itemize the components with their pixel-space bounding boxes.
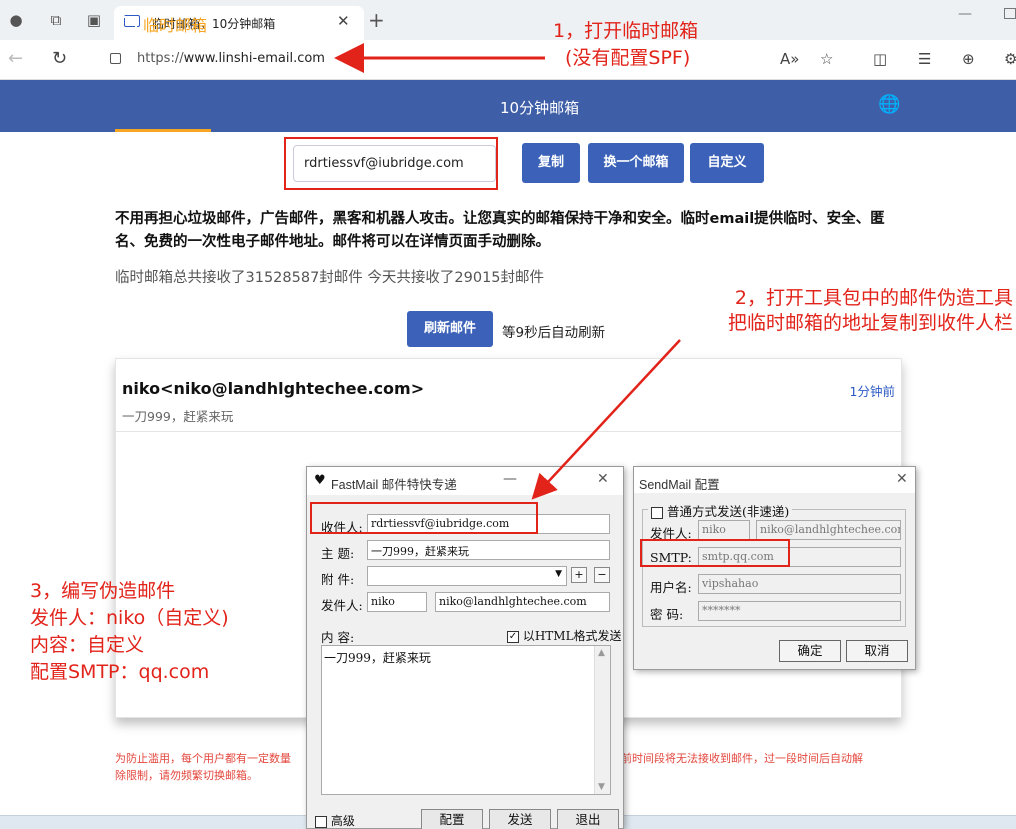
content-label: 内 容: xyxy=(321,630,355,645)
change-email-button[interactable]: 换一个邮箱 xyxy=(588,143,684,183)
add-attachment-icon[interactable]: + xyxy=(571,567,587,583)
footer-line-2: 除限制，请勿频繁切换邮箱。 xyxy=(115,769,258,782)
refresh-mail-button[interactable]: 刷新邮件 xyxy=(407,311,493,347)
exit-button[interactable]: 退出 xyxy=(557,809,619,829)
language-globe-icon[interactable]: 🌐 xyxy=(878,94,900,115)
password-input[interactable]: ******* xyxy=(698,601,901,621)
stats-text: 临时邮箱总共接收了31528587封邮件 今天共接收了29015封邮件 xyxy=(115,270,545,286)
sendmail-titlebar: SendMail 配置 ✕ xyxy=(634,467,915,493)
advanced-row[interactable]: 高级 xyxy=(315,812,355,829)
site-logo[interactable]: 临时邮箱 xyxy=(115,12,207,36)
annotation-3-line-3: 内容：自定义 xyxy=(30,634,145,656)
scroll-down-icon[interactable]: ▼ xyxy=(598,782,605,792)
dropdown-arrow-icon: ▼ xyxy=(555,569,562,579)
scroll-up-icon[interactable]: ▲ xyxy=(598,648,605,658)
profile-icon[interactable]: ● xyxy=(6,10,26,30)
annotation-3: 3，编写伪造邮件 发件人：niko（自定义) 内容：自定义 配置SMTP：qq.… xyxy=(30,578,229,686)
active-nav-underline xyxy=(115,129,211,132)
envelope-icon xyxy=(115,16,137,32)
send-button[interactable]: 发送 xyxy=(489,809,551,829)
username-input[interactable]: vipshahao xyxy=(698,574,901,594)
sender-name-input[interactable]: niko xyxy=(698,520,750,540)
annotation-2-line-1: 2，打开工具包中的邮件伪造工具 xyxy=(734,287,1013,309)
fastmail-app-icon: ♥ xyxy=(314,473,326,488)
footer-line-1: 为防止滥用，每个用户都有一定数量 xyxy=(115,752,291,765)
normal-send-checkbox[interactable] xyxy=(651,506,663,519)
subject-input[interactable]: 一刀999，赶紧来玩 xyxy=(367,540,610,560)
tab-actions-icon[interactable]: ▣ xyxy=(84,10,104,30)
workspaces-icon[interactable]: ⧉ xyxy=(46,10,66,30)
from-name-input[interactable]: niko xyxy=(367,592,427,612)
mail-sender[interactable]: niko<niko@landhlghtechee.com> xyxy=(122,379,424,398)
fastmail-minimize-icon[interactable]: — xyxy=(503,471,517,487)
to-highlight-box xyxy=(310,502,538,534)
password-label: 密 码: xyxy=(650,607,684,622)
annotation-3-line-1: 3，编写伪造邮件 xyxy=(30,580,176,602)
reload-icon[interactable]: ↻ xyxy=(52,48,67,69)
normal-send-label: 普通方式发送(非速递) xyxy=(666,504,790,519)
favorites-icon[interactable]: ☰ xyxy=(918,50,931,68)
normal-send-row[interactable]: 普通方式发送(非速递) xyxy=(648,501,793,520)
html-checkbox-label: 以HTML格式发送 xyxy=(522,629,622,643)
email-highlight-box xyxy=(284,137,498,190)
sender-address-input[interactable]: niko@landhlghtechee.com xyxy=(756,520,901,540)
body-textarea[interactable]: 一刀999，赶紧来玩 ▲ ▼ xyxy=(321,645,611,795)
close-tab-icon[interactable]: ✕ xyxy=(337,12,350,30)
new-tab-icon[interactable]: + xyxy=(368,8,385,32)
smtp-highlight-box xyxy=(640,539,790,567)
sendmail-title: SendMail 配置 xyxy=(639,478,720,492)
footer-line-1b: 前时间段将无法接收到邮件，过一段时间后自动解 xyxy=(621,752,863,765)
custom-email-button[interactable]: 自定义 xyxy=(690,143,764,183)
advanced-label: 高级 xyxy=(330,814,355,828)
mail-subject[interactable]: 一刀999，赶紧来玩 xyxy=(122,406,233,425)
fastmail-title: FastMail 邮件特快专递 xyxy=(331,478,457,492)
collections-icon[interactable]: ⊕ xyxy=(962,50,975,68)
auto-refresh-note: 等9秒后自动刷新 xyxy=(502,325,606,341)
annotation-3-line-4: 配置SMTP：qq.com xyxy=(30,661,210,683)
mail-time: 1分钟前 xyxy=(849,384,895,399)
ok-button[interactable]: 确定 xyxy=(779,640,841,662)
split-screen-icon[interactable]: ◫ xyxy=(873,50,887,68)
fastmail-titlebar: ♥ FastMail 邮件特快专递 — ✕ xyxy=(307,467,623,495)
body-text: 一刀999，赶紧来玩 xyxy=(324,651,431,665)
logo-text: 临时邮箱 xyxy=(143,16,208,35)
html-checkbox-row[interactable]: ✓ 以HTML格式发送 xyxy=(507,627,622,644)
read-aloud-icon[interactable]: A» xyxy=(780,50,799,68)
username-label: 用户名: xyxy=(650,580,692,595)
advanced-checkbox[interactable] xyxy=(315,815,327,828)
site-info-icon[interactable] xyxy=(110,53,121,64)
html-checkbox[interactable]: ✓ xyxy=(507,630,519,643)
annotation-2-line-2: 把临时邮箱的地址复制到收件人栏 xyxy=(727,312,1013,334)
attach-label: 附 件: xyxy=(321,572,355,587)
subject-label: 主 题: xyxy=(321,546,355,561)
fastmail-close-icon[interactable]: ✕ xyxy=(597,471,609,487)
annotation-1: 1，打开临时邮箱 (没有配置SPF) xyxy=(553,18,698,72)
remove-attachment-icon[interactable]: − xyxy=(594,567,610,583)
config-button[interactable]: 配置 xyxy=(421,809,483,829)
extensions-icon[interactable]: ⚙ xyxy=(1004,50,1016,68)
from-address-input[interactable]: niko@landhlghtechee.com xyxy=(435,592,610,612)
body-scrollbar[interactable]: ▲ ▼ xyxy=(594,646,610,794)
minimize-icon[interactable]: — xyxy=(958,6,972,22)
url-field[interactable]: https://www.linshi-email.com xyxy=(137,51,325,66)
annotation-1-line-1: 1，打开临时邮箱 xyxy=(553,20,699,42)
cancel-button[interactable]: 取消 xyxy=(846,640,908,662)
address-bar-row: ← ↻ https://www.linshi-email.com A» ☆ ◫ … xyxy=(0,40,1016,80)
annotation-2: 2，打开工具包中的邮件伪造工具 把临时邮箱的地址复制到收件人栏 xyxy=(683,286,1013,336)
annotation-3-line-2: 发件人：niko（自定义) xyxy=(30,607,229,629)
back-icon[interactable]: ← xyxy=(8,48,23,69)
annotation-1-line-2: (没有配置SPF) xyxy=(565,47,691,69)
attach-select[interactable]: ▼ xyxy=(367,566,567,586)
divider xyxy=(116,431,901,432)
sendmail-config-window: SendMail 配置 ✕ 普通方式发送(非速递) 发件人: niko niko… xyxy=(633,466,916,670)
nav-ten-minute-mail[interactable]: 10分钟邮箱 xyxy=(500,97,579,118)
sendmail-close-icon[interactable]: ✕ xyxy=(896,471,908,487)
intro-text: 不用再担心垃圾邮件，广告邮件，黑客和机器人攻击。让您真实的邮箱保持干净和安全。临… xyxy=(115,211,885,250)
copy-button[interactable]: 复制 xyxy=(522,143,580,183)
from-label: 发件人: xyxy=(321,598,363,613)
maximize-icon[interactable] xyxy=(1004,8,1016,19)
favorite-star-icon[interactable]: ☆ xyxy=(820,50,833,68)
